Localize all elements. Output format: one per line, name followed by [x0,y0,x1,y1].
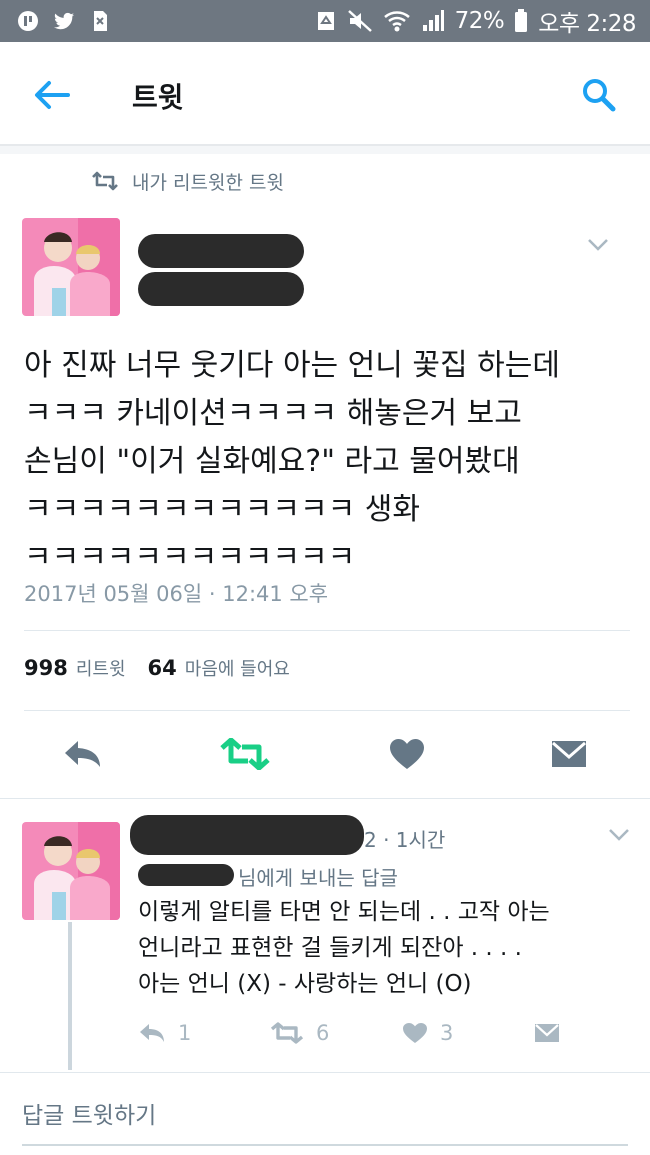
direct-message-icon[interactable] [550,738,588,772]
compose-underline [22,1144,628,1146]
redacted-display-name [138,234,304,268]
reply-action[interactable]: 1 [138,1018,191,1048]
reply-icon[interactable] [138,1022,166,1044]
retweet-context-label: 내가 리트윗한 트윗 [132,171,284,194]
wifi-icon [383,11,410,32]
page-title: 트윗 [132,81,184,114]
reply-to-label: 님에게 보내는 답글 [238,866,398,890]
battery-icon [515,9,528,32]
battery-percent: 72% [454,8,505,34]
divider [0,798,650,799]
like-action[interactable]: 3 [402,1018,453,1048]
reply-like-count: 3 [440,1021,454,1045]
direct-message-icon[interactable] [534,1022,560,1044]
reply-icon[interactable] [62,738,104,770]
retweet-icon[interactable] [220,738,270,770]
redacted-reply-to-handle [138,864,234,886]
recycle-icon [317,12,334,30]
twitter-bird-icon [54,12,74,30]
retweet-context: 내가 리트윗한 트윗 [90,168,284,194]
heart-icon[interactable] [402,1022,428,1044]
back-arrow-icon[interactable] [30,77,72,113]
app-icon [18,11,38,31]
retweet-count-label[interactable]: 리트윗 [76,655,126,681]
heart-icon[interactable] [389,738,425,770]
reply-text: 이렇게 알티를 타면 안 되는데 . . 고작 아는 언니라고 표현한 걸 들키… [138,899,550,997]
like-count-label[interactable]: 마음에 들어요 [185,655,290,681]
retweet-count[interactable]: 998 [24,656,68,680]
tweet-timestamp: 2017년 05월 06일 · 12:41 오후 [24,582,329,606]
top-bar: 트윗 [0,42,650,146]
thread-line [68,922,72,1070]
reply-reply-count: 1 [178,1021,192,1045]
clock: 오후 2:28 [538,11,636,37]
header-separator [0,146,650,154]
divider [24,630,630,631]
divider [0,1072,650,1073]
tweet-stats: 998 리트윗 64 마음에 들어요 [24,655,304,685]
reply-compose-input[interactable]: 답글 트윗하기 [22,1096,156,1130]
chevron-down-icon[interactable] [608,828,630,842]
retweet-icon[interactable] [270,1022,304,1044]
sim-card-icon [94,11,107,31]
mute-icon [347,10,372,32]
search-icon[interactable] [582,78,616,112]
like-count[interactable]: 64 [148,656,177,680]
chevron-down-icon[interactable] [587,238,609,252]
reply-retweet-count: 6 [316,1021,330,1045]
redacted-username [138,272,304,306]
redacted-reply-author [130,815,364,855]
divider [24,710,630,711]
reply-time: 2 · 1시간 [364,828,446,852]
tweet-text: 아 진짜 너무 웃기다 아는 언니 꽃집 하는데 ㅋㅋㅋ 카네이션ㅋㅋㅋㅋ 해놓… [24,348,560,575]
retweet-icon [92,171,118,191]
reply-avatar[interactable] [22,822,120,920]
status-bar: 72% 오후 2:28 [0,0,650,42]
retweet-action[interactable]: 6 [270,1018,329,1048]
signal-icon [422,10,444,31]
avatar[interactable] [22,218,120,316]
